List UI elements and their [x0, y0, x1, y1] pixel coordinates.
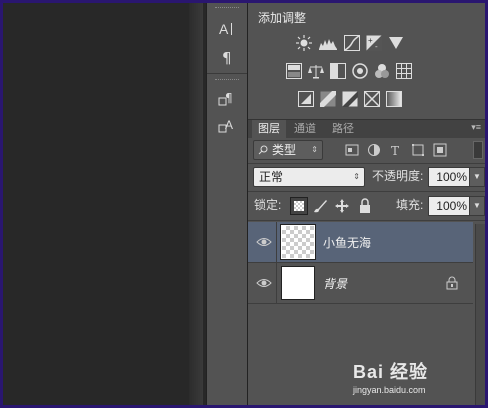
svg-text:+: +: [368, 36, 373, 45]
fill-label: 填充:: [396, 198, 424, 212]
search-icon: [258, 145, 268, 155]
adjustments-title: 添加调整: [258, 11, 307, 25]
photoshop-window: A ¶ ¶ A 添加调整 + - 图层 通道 路径 ▾≡ 类型 ⇕ T 正常 ⇕…: [3, 3, 485, 405]
color-balance-icon[interactable]: [308, 63, 324, 79]
adjustments-row-2: [286, 63, 412, 79]
svg-text:A: A: [219, 21, 229, 37]
posterize-icon[interactable]: [320, 91, 336, 107]
updown-icon: ⇕: [353, 172, 360, 181]
tab-channels[interactable]: 通道: [288, 120, 322, 138]
layer-name[interactable]: 背景: [323, 275, 347, 292]
threshold-icon[interactable]: [342, 91, 358, 107]
curves-icon[interactable]: [344, 35, 360, 51]
black-white-icon[interactable]: [330, 63, 346, 79]
checker-icon: [294, 201, 304, 211]
updown-icon: ⇕: [311, 145, 318, 154]
divider: [248, 220, 485, 221]
blend-row: 正常 ⇕ 不透明度: 100% ▼: [248, 165, 485, 189]
adjustments-row-3: [298, 91, 402, 107]
layer-row[interactable]: 小鱼无海: [248, 222, 473, 263]
right-panel-dock: 添加调整 + - 图层 通道 路径 ▾≡ 类型 ⇕ T 正常 ⇕ 不透明度: 1…: [248, 3, 485, 405]
svg-text:T: T: [391, 144, 399, 157]
lock-label: 锁定:: [254, 198, 282, 212]
filter-toggle-switch[interactable]: [473, 141, 483, 159]
canvas-shadow: [189, 3, 203, 405]
lock-row: 锁定: 填充: 100% ▼: [248, 194, 485, 218]
character-styles-icon[interactable]: A: [216, 116, 238, 136]
color-lookup-icon[interactable]: [396, 63, 412, 79]
svg-text:A: A: [225, 118, 233, 132]
filter-row: 类型 ⇕ T: [248, 138, 485, 162]
collapsed-panel-strip: A ¶ ¶ A: [206, 3, 248, 405]
visibility-eye-icon[interactable]: [256, 275, 272, 291]
layer-filter-select[interactable]: 类型 ⇕: [253, 140, 323, 160]
photo-filter-icon[interactable]: [352, 63, 368, 79]
strip-divider: [207, 73, 247, 74]
blend-mode-value: 正常: [259, 170, 284, 184]
adjustments-row-1: + -: [296, 35, 404, 51]
fill-input[interactable]: 100%: [428, 196, 470, 216]
lock-pixels-brush-icon[interactable]: [312, 198, 328, 214]
invert-icon[interactable]: [298, 91, 314, 107]
exposure-icon[interactable]: +-: [366, 35, 382, 51]
tab-paths[interactable]: 路径: [326, 120, 360, 138]
type-filter-icon[interactable]: T: [389, 143, 403, 157]
strip-grip[interactable]: [215, 79, 239, 82]
channel-mixer-icon[interactable]: [374, 63, 390, 79]
tab-layers[interactable]: 图层: [252, 120, 286, 138]
hue-saturation-icon[interactable]: [286, 63, 302, 79]
divider: [276, 222, 277, 262]
svg-text:¶: ¶: [222, 49, 232, 66]
pixel-filter-icon[interactable]: [345, 143, 359, 157]
strip-grip[interactable]: [215, 7, 239, 10]
levels-icon[interactable]: [318, 35, 338, 51]
layer-filter-label: 类型: [272, 143, 297, 157]
svg-text:¶: ¶: [225, 91, 233, 105]
layer-thumbnail-transparent[interactable]: [280, 224, 316, 260]
gradient-map-icon[interactable]: [386, 91, 402, 107]
smart-object-filter-icon[interactable]: [433, 143, 447, 157]
layer-thumbnail-white[interactable]: [281, 266, 315, 300]
layer-lock-icon: [446, 276, 458, 290]
document-canvas[interactable]: [3, 3, 189, 405]
divider: [276, 263, 277, 303]
opacity-dropdown-button[interactable]: ▼: [469, 167, 485, 187]
character-panel-icon[interactable]: A: [216, 19, 238, 39]
watermark-logo-text: Bai 经验: [353, 362, 429, 382]
svg-text:-: -: [375, 42, 378, 51]
watermark-url: jingyan.baidu.com: [353, 385, 426, 395]
divider: [248, 191, 485, 192]
opacity-input[interactable]: 100%: [428, 167, 470, 187]
paragraph-styles-icon[interactable]: ¶: [216, 89, 238, 109]
brightness-icon[interactable]: [296, 35, 312, 51]
blend-mode-select[interactable]: 正常 ⇕: [253, 167, 365, 187]
adjustment-filter-icon[interactable]: [367, 143, 381, 157]
fill-dropdown-button[interactable]: ▼: [469, 196, 485, 216]
lock-all-icon[interactable]: [358, 198, 372, 214]
baidu-watermark: Bai 经验 jingyan.baidu.com: [353, 358, 473, 398]
paragraph-panel-icon[interactable]: ¶: [216, 47, 238, 67]
panel-tabs: 图层 通道 路径 ▾≡: [248, 119, 485, 138]
vibrance-icon[interactable]: [388, 35, 404, 51]
layers-scrollbar[interactable]: [475, 224, 485, 405]
visibility-eye-icon[interactable]: [256, 234, 272, 250]
lock-position-move-icon[interactable]: [334, 198, 350, 214]
panel-menu-icon[interactable]: ▾≡: [471, 122, 481, 133]
layer-name[interactable]: 小鱼无海: [323, 234, 371, 251]
layer-row[interactable]: 背景: [248, 263, 473, 304]
selective-color-icon[interactable]: [364, 91, 380, 107]
lock-transparent-button[interactable]: [290, 197, 308, 215]
shape-filter-icon[interactable]: [411, 143, 425, 157]
opacity-label: 不透明度:: [372, 169, 424, 183]
divider: [248, 163, 485, 164]
